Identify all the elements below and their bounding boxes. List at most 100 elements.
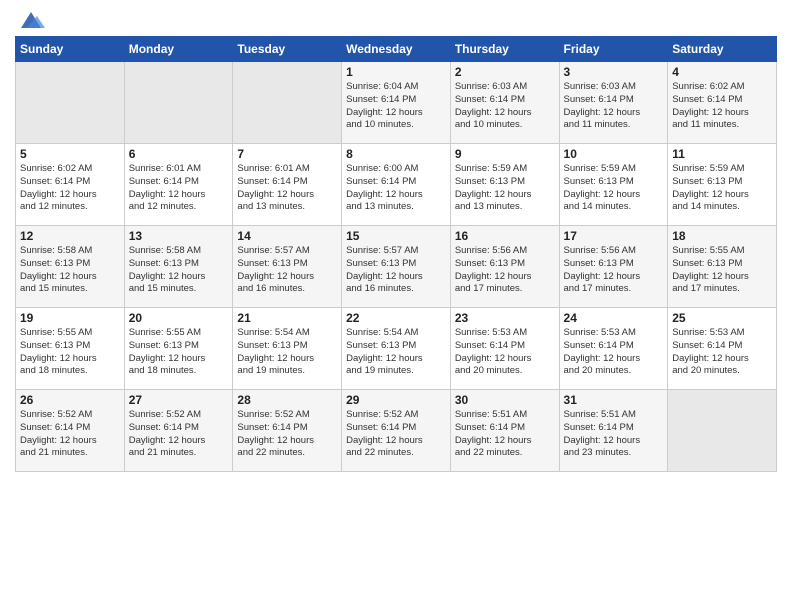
calendar-cell: 11Sunrise: 5:59 AM Sunset: 6:13 PM Dayli… [668,144,777,226]
calendar-cell: 4Sunrise: 6:02 AM Sunset: 6:14 PM Daylig… [668,62,777,144]
day-info: Sunrise: 6:03 AM Sunset: 6:14 PM Dayligh… [455,81,555,132]
calendar-cell: 28 Sunrise: 5:52 AM Sunset: 6:14 PM Dayli… [233,390,342,472]
calendar-cell: 30 Sunrise: 5:51 AM Sunset: 6:14 PM Dayli… [450,390,559,472]
day-info: Sunrise: 5:52 AM Sunset: 6:14 PM Dayligh… [237,409,337,460]
day-number: 29 [346,393,446,407]
calendar-cell [124,62,233,144]
weekday-header-monday: Monday [124,37,233,62]
calendar-cell: 29 Sunrise: 5:52 AM Sunset: 6:14 PM Dayli… [342,390,451,472]
day-number: 18 [672,229,772,243]
calendar-cell: 7 Sunrise: 6:01 AM Sunset: 6:14 PM Daylig… [233,144,342,226]
calendar-cell: 23 Sunrise: 5:53 AM Sunset: 6:14 PM Dayli… [450,308,559,390]
day-number: 25 [672,311,772,325]
day-number: 22 [346,311,446,325]
day-number: 7 [237,147,337,161]
day-number: 2 [455,65,555,79]
calendar-cell: 22 Sunrise: 5:54 AM Sunset: 6:13 PM Dayli… [342,308,451,390]
calendar-cell: 6Sunrise: 6:01 AM Sunset: 6:14 PM Daylig… [124,144,233,226]
calendar-cell: 26Sunrise: 5:52 AM Sunset: 6:14 PM Dayli… [16,390,125,472]
day-number: 1 [346,65,446,79]
calendar-cell: 1 Sunrise: 6:04 AM Sunset: 6:14 PM Daylig… [342,62,451,144]
calendar-cell: 5 Sunrise: 6:02 AM Sunset: 6:14 PM Daylig… [16,144,125,226]
day-number: 24 [564,311,664,325]
day-info: Sunrise: 6:02 AM Sunset: 6:14 PM Dayligh… [672,81,772,132]
calendar-cell: 20 Sunrise: 5:55 AM Sunset: 6:13 PM Dayli… [124,308,233,390]
day-info: Sunrise: 6:04 AM Sunset: 6:14 PM Dayligh… [346,81,446,132]
calendar-cell: 25Sunrise: 5:53 AM Sunset: 6:14 PM Dayli… [668,308,777,390]
day-number: 16 [455,229,555,243]
calendar-cell: 9Sunrise: 5:59 AM Sunset: 6:13 PM Daylig… [450,144,559,226]
day-info: Sunrise: 5:56 AM Sunset: 6:13 PM Dayligh… [455,245,555,296]
day-number: 31 [564,393,664,407]
day-info: Sunrise: 5:55 AM Sunset: 6:13 PM Dayligh… [20,327,120,378]
day-info: Sunrise: 5:55 AM Sunset: 6:13 PM Dayligh… [672,245,772,296]
calendar-cell: 16 Sunrise: 5:56 AM Sunset: 6:13 PM Dayli… [450,226,559,308]
weekday-header-wednesday: Wednesday [342,37,451,62]
weekday-header-sunday: Sunday [16,37,125,62]
page-container: SundayMondayTuesdayWednesdayThursdayFrid… [0,0,792,477]
day-info: Sunrise: 5:52 AM Sunset: 6:14 PM Dayligh… [346,409,446,460]
day-number: 12 [20,229,120,243]
calendar-cell: 31 Sunrise: 5:51 AM Sunset: 6:14 PM Dayli… [559,390,668,472]
day-info: Sunrise: 5:55 AM Sunset: 6:13 PM Dayligh… [129,327,229,378]
calendar-cell [668,390,777,472]
day-info: Sunrise: 5:56 AM Sunset: 6:13 PM Dayligh… [564,245,664,296]
calendar-cell: 27 Sunrise: 5:52 AM Sunset: 6:14 PM Dayli… [124,390,233,472]
day-number: 19 [20,311,120,325]
calendar-cell: 17 Sunrise: 5:56 AM Sunset: 6:13 PM Dayli… [559,226,668,308]
calendar-cell: 14Sunrise: 5:57 AM Sunset: 6:13 PM Dayli… [233,226,342,308]
calendar-week-5: 26Sunrise: 5:52 AM Sunset: 6:14 PM Dayli… [16,390,777,472]
day-info: Sunrise: 5:53 AM Sunset: 6:14 PM Dayligh… [455,327,555,378]
day-number: 8 [346,147,446,161]
day-info: Sunrise: 6:02 AM Sunset: 6:14 PM Dayligh… [20,163,120,214]
day-info: Sunrise: 5:53 AM Sunset: 6:14 PM Dayligh… [564,327,664,378]
logo-icon [17,10,45,32]
calendar-cell: 12 Sunrise: 5:58 AM Sunset: 6:13 PM Dayli… [16,226,125,308]
day-number: 30 [455,393,555,407]
day-info: Sunrise: 5:59 AM Sunset: 6:13 PM Dayligh… [564,163,664,214]
day-number: 23 [455,311,555,325]
day-info: Sunrise: 5:54 AM Sunset: 6:13 PM Dayligh… [237,327,337,378]
calendar-week-4: 19 Sunrise: 5:55 AM Sunset: 6:13 PM Dayli… [16,308,777,390]
day-info: Sunrise: 5:59 AM Sunset: 6:13 PM Dayligh… [455,163,555,214]
day-number: 17 [564,229,664,243]
day-info: Sunrise: 5:51 AM Sunset: 6:14 PM Dayligh… [455,409,555,460]
calendar-cell: 24 Sunrise: 5:53 AM Sunset: 6:14 PM Dayli… [559,308,668,390]
weekday-header-tuesday: Tuesday [233,37,342,62]
day-info: Sunrise: 5:58 AM Sunset: 6:13 PM Dayligh… [20,245,120,296]
calendar-week-1: 1 Sunrise: 6:04 AM Sunset: 6:14 PM Daylig… [16,62,777,144]
calendar-cell: 2 Sunrise: 6:03 AM Sunset: 6:14 PM Daylig… [450,62,559,144]
day-number: 10 [564,147,664,161]
day-info: Sunrise: 5:52 AM Sunset: 6:14 PM Dayligh… [20,409,120,460]
calendar-cell [16,62,125,144]
day-number: 21 [237,311,337,325]
day-info: Sunrise: 6:03 AM Sunset: 6:14 PM Dayligh… [564,81,664,132]
day-info: Sunrise: 5:57 AM Sunset: 6:13 PM Dayligh… [237,245,337,296]
calendar-cell: 8 Sunrise: 6:00 AM Sunset: 6:14 PM Daylig… [342,144,451,226]
day-info: Sunrise: 5:57 AM Sunset: 6:13 PM Dayligh… [346,245,446,296]
weekday-header-saturday: Saturday [668,37,777,62]
day-info: Sunrise: 5:54 AM Sunset: 6:13 PM Dayligh… [346,327,446,378]
day-number: 3 [564,65,664,79]
day-info: Sunrise: 5:58 AM Sunset: 6:13 PM Dayligh… [129,245,229,296]
day-number: 28 [237,393,337,407]
day-info: Sunrise: 6:00 AM Sunset: 6:14 PM Dayligh… [346,163,446,214]
calendar-cell: 13Sunrise: 5:58 AM Sunset: 6:13 PM Dayli… [124,226,233,308]
logo [15,10,45,28]
calendar-week-3: 12 Sunrise: 5:58 AM Sunset: 6:13 PM Dayli… [16,226,777,308]
day-info: Sunrise: 6:01 AM Sunset: 6:14 PM Dayligh… [129,163,229,214]
day-number: 11 [672,147,772,161]
calendar-cell: 19 Sunrise: 5:55 AM Sunset: 6:13 PM Dayli… [16,308,125,390]
weekday-header-thursday: Thursday [450,37,559,62]
day-info: Sunrise: 5:51 AM Sunset: 6:14 PM Dayligh… [564,409,664,460]
weekday-header-friday: Friday [559,37,668,62]
calendar-cell: 3 Sunrise: 6:03 AM Sunset: 6:14 PM Daylig… [559,62,668,144]
day-number: 5 [20,147,120,161]
day-number: 20 [129,311,229,325]
day-info: Sunrise: 5:52 AM Sunset: 6:14 PM Dayligh… [129,409,229,460]
day-number: 27 [129,393,229,407]
calendar-cell: 21 Sunrise: 5:54 AM Sunset: 6:13 PM Dayli… [233,308,342,390]
day-info: Sunrise: 6:01 AM Sunset: 6:14 PM Dayligh… [237,163,337,214]
header [15,10,777,28]
calendar-header-row: SundayMondayTuesdayWednesdayThursdayFrid… [16,37,777,62]
